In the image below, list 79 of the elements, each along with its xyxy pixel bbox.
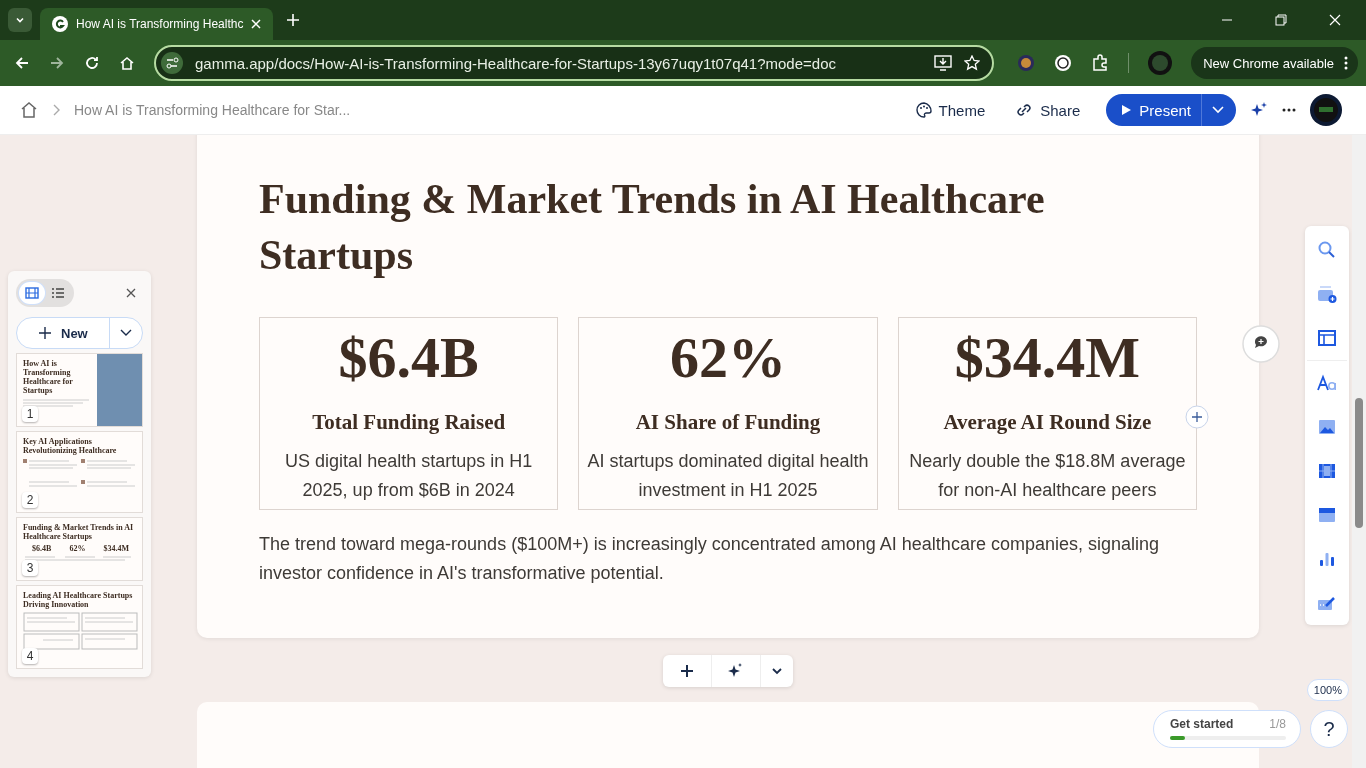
- install-icon[interactable]: [934, 55, 953, 71]
- share-button[interactable]: Share: [1007, 101, 1089, 119]
- extension-icon[interactable]: [1054, 54, 1073, 72]
- thumbnail-stat: $34.4M: [103, 544, 129, 553]
- thumbnail-title: Leading AI Healthcare Startups Driving Innovation: [23, 591, 134, 609]
- stat-description: US digital health startups in H1 2025, up from $6B in 2024: [284, 450, 534, 502]
- stat-label: Total Funding Raised: [312, 410, 506, 435]
- image-icon[interactable]: [1317, 417, 1337, 437]
- slide-number: 4: [22, 648, 38, 664]
- thumbnail-title: Funding & Market Trends in AI Healthcare Startups: [23, 523, 135, 541]
- add-block-icon[interactable]: [1185, 405, 1209, 429]
- forward-icon[interactable]: [49, 55, 65, 71]
- layout-icon[interactable]: [1317, 328, 1337, 348]
- site-settings-icon[interactable]: [161, 52, 183, 74]
- address-bar[interactable]: gamma.app/docs/How-AI-is-Transforming-Healthcare-for-Startups-13y67uqy1t07q41?mode=doc: [154, 45, 995, 81]
- url-text: gamma.app/docs/How-AI-is-Transforming-Healthcare-for-Startups-13y67uqy1t07q41?mode=doc: [195, 54, 836, 72]
- plus-icon: [39, 327, 51, 339]
- new-card-button[interactable]: New: [16, 317, 143, 349]
- list-icon: [51, 287, 65, 299]
- more-icon: [1344, 56, 1348, 70]
- new-label[interactable]: New: [39, 325, 99, 341]
- grid-icon: [25, 287, 39, 299]
- puzzle-icon[interactable]: [1091, 54, 1110, 72]
- help-button[interactable]: ?: [1310, 710, 1348, 748]
- slide-thumbnail[interactable]: Funding & Market Trends in AI Healthcare Startups $6.4B 62% $34.4M 3: [16, 517, 143, 581]
- tab-title: How AI is Transforming Healthc: [76, 17, 244, 31]
- stat-description: Nearly double the $18.8M average for non-AI healthcare peers: [908, 450, 1187, 502]
- present-button[interactable]: Present: [1106, 94, 1236, 126]
- user-avatar-icon[interactable]: [1310, 94, 1342, 126]
- more-icon[interactable]: [1282, 108, 1296, 112]
- text-style-icon[interactable]: [1317, 373, 1337, 393]
- card-title: Funding & Market Trends in AI Healthcare Startups: [259, 175, 1046, 280]
- slide-thumbnail[interactable]: How AI is Transforming Healthcare for Startups 1: [16, 353, 143, 427]
- thumbnail-title: How AI is Transforming Healthcare for Startups: [23, 359, 74, 395]
- browser-tab[interactable]: How AI is Transforming Healthc: [40, 8, 274, 40]
- video-icon[interactable]: [1317, 461, 1337, 481]
- thumbnail-title: Key AI Applications Revolutionizing Healthcare: [23, 437, 118, 455]
- close-icon[interactable]: [126, 288, 136, 298]
- paragraph: The trend toward mega-rounds ($100M+) is increasingly concentrated among AI healthcare companies, signaling investor confidence in AI's transformative potential.: [259, 533, 1160, 585]
- chevron-right-icon: [52, 104, 60, 116]
- palette-icon: [915, 102, 932, 118]
- stat-value: $6.4B: [338, 324, 479, 392]
- new-tab-icon[interactable]: [287, 14, 300, 26]
- link-icon: [1015, 103, 1034, 117]
- reload-icon[interactable]: [84, 55, 100, 71]
- slide-number: 3: [22, 560, 38, 576]
- theme-button[interactable]: Theme: [907, 101, 994, 119]
- photo-placeholder: [97, 354, 142, 426]
- stat-value: $34.4M: [954, 324, 1140, 392]
- back-icon[interactable]: [14, 55, 30, 71]
- home-icon[interactable]: [20, 101, 38, 119]
- tab-list-button[interactable]: [8, 8, 32, 32]
- stat-label: AI Share of Funding: [635, 410, 821, 435]
- stat-description: AI startups dominated digital health investment in H1 2025: [586, 450, 870, 502]
- get-started-button[interactable]: Get started 1/8: [1153, 710, 1301, 748]
- stat-value: 62%: [670, 324, 786, 392]
- site-logo-icon: [52, 16, 68, 32]
- scrollbar[interactable]: [1352, 135, 1366, 768]
- slide-thumbnail[interactable]: Leading AI Healthcare Startups Driving Innovation 4: [16, 585, 143, 669]
- embed-icon[interactable]: [1317, 505, 1337, 525]
- thumbnail-stat: $6.4B: [32, 544, 52, 553]
- breadcrumb-title[interactable]: How AI is Transforming Healthcare for Star...: [74, 102, 351, 118]
- star-icon[interactable]: [964, 55, 981, 71]
- restore-icon[interactable]: [1275, 14, 1287, 26]
- update-button[interactable]: New Chrome available: [1191, 47, 1358, 79]
- thumbnail-stat: 62%: [69, 544, 86, 553]
- caret-icon[interactable]: [120, 329, 132, 337]
- slide-number: 2: [22, 492, 38, 508]
- card-view-toggle[interactable]: [19, 282, 45, 304]
- present-label[interactable]: Present: [1120, 101, 1191, 119]
- play-icon: [1120, 104, 1133, 116]
- stat-label: Average AI Round Size: [943, 410, 1152, 435]
- card-add-icon[interactable]: [1317, 284, 1337, 304]
- slide-thumbnail[interactable]: Key AI Applications Revolutionizing Healthcare 2: [16, 431, 143, 513]
- zoom-level[interactable]: 100%: [1306, 679, 1349, 701]
- close-window-icon[interactable]: [1329, 14, 1341, 26]
- slide-number: 1: [22, 406, 38, 422]
- search-icon[interactable]: [1317, 240, 1337, 260]
- add-comment-icon[interactable]: [1242, 325, 1280, 363]
